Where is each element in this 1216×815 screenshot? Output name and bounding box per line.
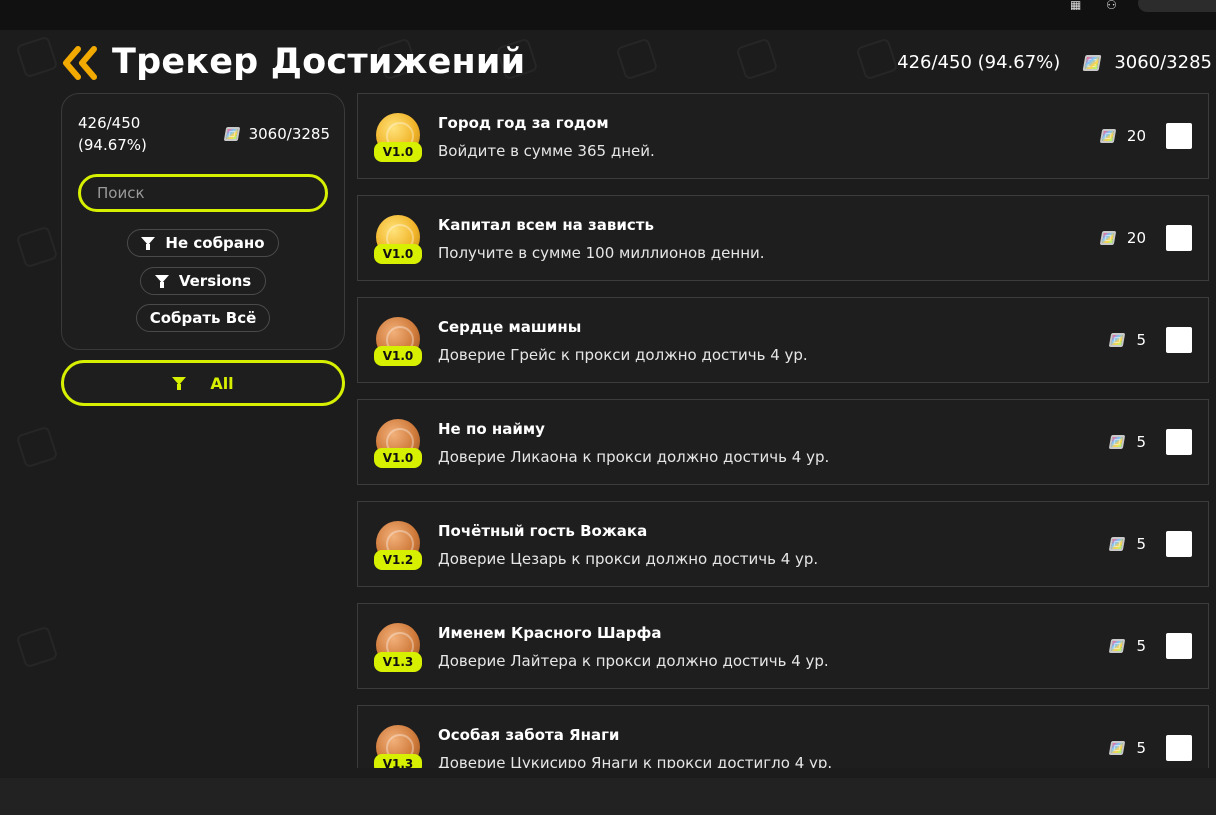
achievement-description: Войдите в сумме 365 дней. xyxy=(438,142,655,160)
achievement-row: V1.2 Почётный гость Вожака Доверие Цезарь … xyxy=(357,501,1209,587)
sidebar-points-value: 3060/3285 xyxy=(248,125,330,143)
film-reward-icon xyxy=(1109,639,1126,653)
search-input[interactable] xyxy=(78,174,328,212)
achievement-title: Не по найму xyxy=(438,420,545,438)
all-filter-button[interactable]: All xyxy=(61,360,345,406)
collect-all-label: Собрать Всё xyxy=(149,309,257,327)
film-reward-icon xyxy=(1109,741,1126,755)
header-stats: 426/450 (94.67%) 3060/3285 xyxy=(897,52,1212,73)
achievement-checkbox[interactable] xyxy=(1166,327,1192,353)
version-badge: V1.0 xyxy=(374,244,422,264)
filter-icon xyxy=(154,275,169,288)
filter-icon xyxy=(141,237,156,250)
film-reward-icon xyxy=(1109,435,1126,449)
user-icon[interactable]: ⚇ xyxy=(1106,0,1126,10)
film-reward-icon xyxy=(1109,537,1126,551)
achievement-description: Доверие Цукисиро Янаги к прокси достигло… xyxy=(438,754,833,768)
achievement-reward: 5 xyxy=(1109,331,1146,349)
achievement-title: Капитал всем на зависть xyxy=(438,216,654,234)
sidebar-progress-count: 426/450 xyxy=(78,114,141,132)
achievement-reward: 5 xyxy=(1109,637,1146,655)
header-points: 3060/3285 xyxy=(1114,52,1212,73)
back-chevrons-icon[interactable] xyxy=(60,45,100,81)
reward-value: 5 xyxy=(1136,433,1146,451)
achievement-list: V1.0 Город год за годом Войдите в сумме 36… xyxy=(357,93,1210,768)
achievement-description: Доверие Лайтера к прокси должно достичь … xyxy=(438,652,829,670)
achievement-title: Именем Красного Шарфа xyxy=(438,624,662,642)
header-progress: 426/450 (94.67%) xyxy=(897,52,1061,73)
achievement-checkbox[interactable] xyxy=(1166,633,1192,659)
achievement-row: V1.3 Именем Красного Шарфа Доверие Лайтера… xyxy=(357,603,1209,689)
version-badge: V1.0 xyxy=(374,142,422,162)
achievement-title: Почётный гость Вожака xyxy=(438,522,648,540)
top-pill-button[interactable] xyxy=(1138,0,1216,12)
collect-all-button[interactable]: Собрать Всё xyxy=(136,304,270,332)
achievement-checkbox[interactable] xyxy=(1166,735,1192,761)
filter-uncollected-label: Не собрано xyxy=(165,234,265,252)
achievement-title: Город год за годом xyxy=(438,114,609,132)
page-header: Трекер Достижений 426/450 (94.67%) 3060/… xyxy=(60,40,1216,88)
reward-value: 20 xyxy=(1126,127,1146,145)
achievement-checkbox[interactable] xyxy=(1166,531,1192,557)
achievement-checkbox[interactable] xyxy=(1166,225,1192,251)
reward-value: 5 xyxy=(1136,739,1146,757)
film-reward-icon xyxy=(1099,129,1117,143)
top-bar: ▦ ⚇ xyxy=(0,0,1216,30)
version-badge: V1.0 xyxy=(374,448,422,468)
version-badge: V1.0 xyxy=(374,346,422,366)
page-title: Трекер Достижений xyxy=(112,42,526,82)
achievement-reward: 5 xyxy=(1109,433,1146,451)
achievement-row: V1.0 Не по найму Доверие Ликаона к прокси … xyxy=(357,399,1209,485)
sidebar-card: 426/450 (94.67%) 3060/3285 Не собрано Ve… xyxy=(61,93,345,350)
all-filter-label: All xyxy=(210,373,234,393)
achievement-description: Доверие Грейс к прокси должно достичь 4 … xyxy=(438,346,808,364)
achievement-row: V1.0 Город год за годом Войдите в сумме 36… xyxy=(357,93,1209,179)
filter-versions-label: Versions xyxy=(178,272,252,290)
film-reward-icon xyxy=(1099,231,1117,245)
sidebar-progress: 426/450 (94.67%) xyxy=(78,112,168,156)
reward-value: 20 xyxy=(1126,229,1146,247)
version-badge: V1.3 xyxy=(374,652,422,672)
film-reward-icon xyxy=(223,127,240,141)
version-badge: V1.2 xyxy=(374,550,422,570)
filter-versions-button[interactable]: Versions xyxy=(140,267,266,295)
achievement-title: Особая забота Янаги xyxy=(438,726,620,744)
sidebar-points: 3060/3285 xyxy=(223,125,330,143)
achievement-title: Сердце машины xyxy=(438,318,582,336)
sidebar-progress-percent: (94.67%) xyxy=(78,136,147,154)
achievement-row: V1.0 Сердце машины Доверие Грейс к прокси … xyxy=(357,297,1209,383)
achievement-reward: 5 xyxy=(1109,535,1146,553)
reward-value: 5 xyxy=(1136,331,1146,349)
filter-icon xyxy=(172,377,187,390)
achievement-checkbox[interactable] xyxy=(1166,429,1192,455)
achievement-row: V1.0 Капитал всем на зависть Получите в су… xyxy=(357,195,1209,281)
achievement-reward: 20 xyxy=(1099,127,1146,145)
film-reward-icon xyxy=(1082,54,1102,71)
achievement-reward: 20 xyxy=(1099,229,1146,247)
achievement-description: Получите в сумме 100 миллионов денни. xyxy=(438,244,765,262)
bottom-bar xyxy=(0,778,1216,815)
filter-uncollected-button[interactable]: Не собрано xyxy=(127,229,279,257)
version-badge: V1.3 xyxy=(374,754,422,768)
reward-value: 5 xyxy=(1136,535,1146,553)
achievement-row: V1.3 Особая забота Янаги Доверие Цукисиро … xyxy=(357,705,1209,768)
reward-value: 5 xyxy=(1136,637,1146,655)
achievement-checkbox[interactable] xyxy=(1166,123,1192,149)
film-reward-icon xyxy=(1109,333,1126,347)
achievement-description: Доверие Цезарь к прокси должно достичь 4… xyxy=(438,550,819,568)
achievement-reward: 5 xyxy=(1109,739,1146,757)
achievement-description: Доверие Ликаона к прокси должно достичь … xyxy=(438,448,830,466)
grid-icon[interactable]: ▦ xyxy=(1070,0,1090,10)
